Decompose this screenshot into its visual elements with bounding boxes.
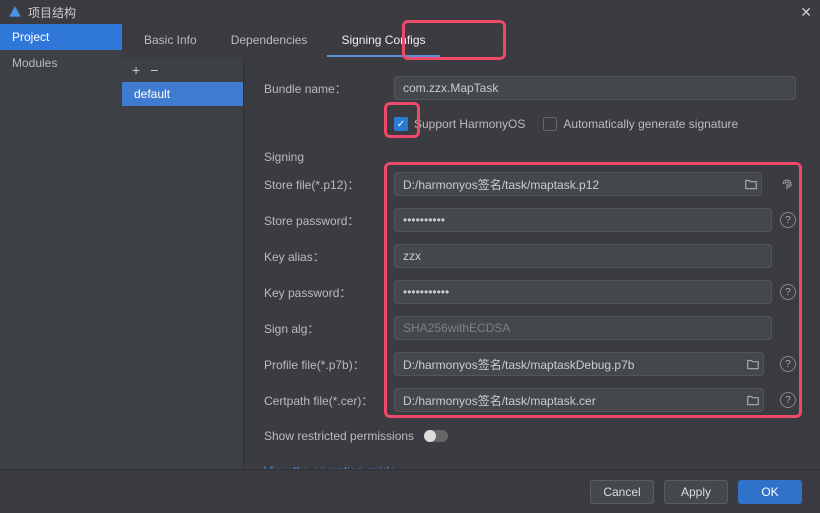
config-item-default[interactable]: default [122,82,243,106]
bundle-name-input[interactable] [394,76,796,100]
dialog-footer: Cancel Apply OK [0,469,820,513]
nav-item-project[interactable]: Project [0,24,122,50]
support-harmonyos-checkbox[interactable]: ✓ [394,117,408,131]
profile-file-input[interactable] [394,352,764,376]
left-nav: Project Modules [0,24,122,469]
store-file-label: Store file(*.p12)： [264,176,394,193]
bundle-name-label: Bundle name： [264,80,394,97]
profile-file-help-icon[interactable]: ? [780,356,796,372]
store-file-input[interactable] [394,172,762,196]
profile-file-label: Profile file(*.p7b)： [264,356,394,373]
window-title: 项目结构 [28,4,76,21]
nav-item-modules[interactable]: Modules [0,50,122,76]
autogen-signature-checkbox[interactable] [543,117,557,131]
signing-form: Bundle name： ✓ Support HarmonyOS Automat [244,58,820,469]
key-alias-label: Key alias： [264,248,394,265]
fingerprint-icon[interactable] [778,175,796,193]
support-harmonyos-label: Support HarmonyOS [414,117,525,131]
add-config-button[interactable]: + [132,62,140,78]
signing-section-header: Signing [264,150,796,164]
remove-config-button[interactable]: − [150,62,158,78]
certpath-file-help-icon[interactable]: ? [780,392,796,408]
titlebar: 项目结构 ✕ [0,0,820,24]
tabs: Basic Info Dependencies Signing Configs [122,24,820,58]
app-logo-icon [8,5,22,19]
apply-button[interactable]: Apply [664,480,728,504]
certpath-file-label: Certpath file(*.cer)： [264,392,394,409]
store-password-label: Store password： [264,212,394,229]
operation-guide-link[interactable]: View the operation guide [264,464,396,469]
certpath-file-browse-icon[interactable] [744,391,762,409]
ok-button[interactable]: OK [738,480,802,504]
config-list: + − default [122,58,244,469]
key-alias-input[interactable] [394,244,772,268]
store-password-input[interactable] [394,208,772,232]
store-file-browse-icon[interactable] [742,175,760,193]
sign-alg-label: Sign alg： [264,320,394,337]
close-icon[interactable]: ✕ [800,4,812,21]
tab-basic-info[interactable]: Basic Info [130,25,211,57]
tab-signing-configs[interactable]: Signing Configs [327,25,439,57]
cancel-button[interactable]: Cancel [590,480,654,504]
restricted-permissions-toggle[interactable] [424,430,448,442]
store-password-help-icon[interactable]: ? [780,212,796,228]
certpath-file-input[interactable] [394,388,764,412]
key-password-help-icon[interactable]: ? [780,284,796,300]
tab-dependencies[interactable]: Dependencies [217,25,322,57]
restricted-permissions-label: Show restricted permissions [264,429,414,443]
profile-file-browse-icon[interactable] [744,355,762,373]
sign-alg-input[interactable] [394,316,772,340]
key-password-label: Key password： [264,284,394,301]
autogen-signature-label: Automatically generate signature [563,117,738,131]
key-password-input[interactable] [394,280,772,304]
